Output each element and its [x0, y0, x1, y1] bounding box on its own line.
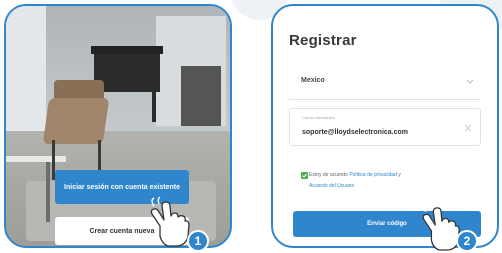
step-badge-2: 2	[456, 230, 478, 252]
create-button-label: Crear cuenta nueva	[89, 227, 155, 235]
email-field-label: Correo electrónico	[302, 115, 335, 120]
login-button-label: Iniciar sesión con cuenta existente	[64, 183, 180, 191]
consent-checkbox[interactable]	[301, 172, 308, 179]
page-title: Registrar	[289, 32, 357, 49]
user-agreement-link[interactable]: Acuerdo del Usuario	[309, 183, 354, 189]
send-button-label: Enviar código	[367, 221, 407, 227]
email-field-value: soporte@lloydselectronica.com	[302, 129, 409, 136]
phone-screen-login: Iniciar sesión con cuenta existente Crea…	[4, 4, 232, 248]
clear-icon[interactable]	[464, 124, 472, 132]
consent-text: Estoy de acuerdo Política de privacidad …	[309, 170, 479, 192]
email-field[interactable]: Correo electrónico soporte@lloydselectro…	[289, 108, 481, 146]
chevron-down-icon	[466, 79, 474, 84]
country-value: Mexico	[301, 77, 325, 84]
consent-prefix: Estoy de acuerdo	[309, 172, 350, 178]
phone-screen-register: Registrar Mexico Correo electrónico sopo…	[271, 4, 499, 248]
privacy-policy-link[interactable]: Política de privacidad	[349, 172, 397, 178]
country-select[interactable]: Mexico	[289, 66, 481, 100]
step-badge-1: 1	[187, 230, 209, 252]
check-icon	[302, 173, 307, 178]
consent-and: y	[396, 172, 401, 178]
